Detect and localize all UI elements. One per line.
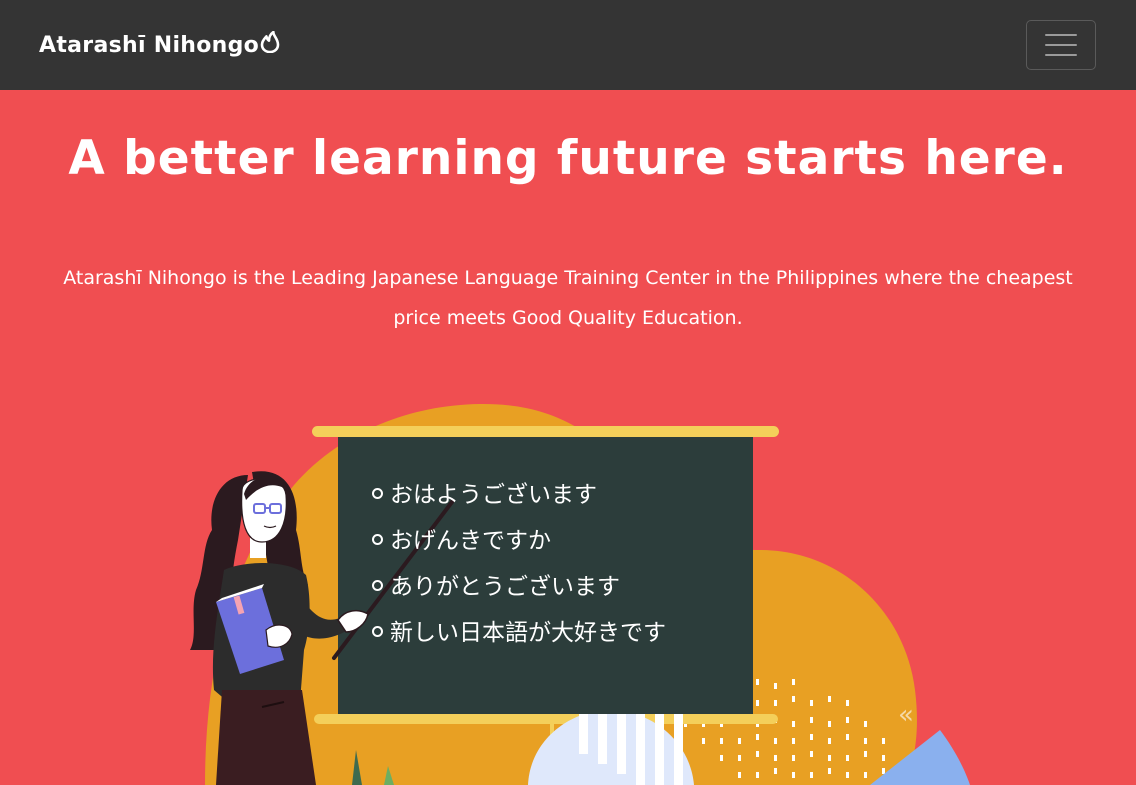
brand-name: Atarashī Nihongo bbox=[39, 32, 260, 58]
navbar-toggler-button[interactable] bbox=[1026, 20, 1096, 70]
hero-section: A better learning future starts here. At… bbox=[0, 90, 1136, 785]
board-stand bbox=[314, 714, 778, 724]
teacher-illustration: « bbox=[190, 403, 970, 785]
chevron-left-icon: « bbox=[898, 700, 914, 730]
brand-link[interactable]: Atarashī Nihongo bbox=[39, 30, 280, 58]
board-line: 新しい日本語が大好きです bbox=[372, 613, 732, 647]
board-line: おはようございます bbox=[372, 475, 732, 509]
flame-icon bbox=[260, 30, 280, 57]
board-line: ありがとうございます bbox=[372, 567, 732, 601]
hamburger-menu-icon bbox=[1045, 34, 1077, 36]
board-top-bar bbox=[312, 426, 779, 437]
top-navbar: Atarashī Nihongo bbox=[0, 0, 1136, 90]
board-line: おげんきですか bbox=[372, 521, 732, 555]
